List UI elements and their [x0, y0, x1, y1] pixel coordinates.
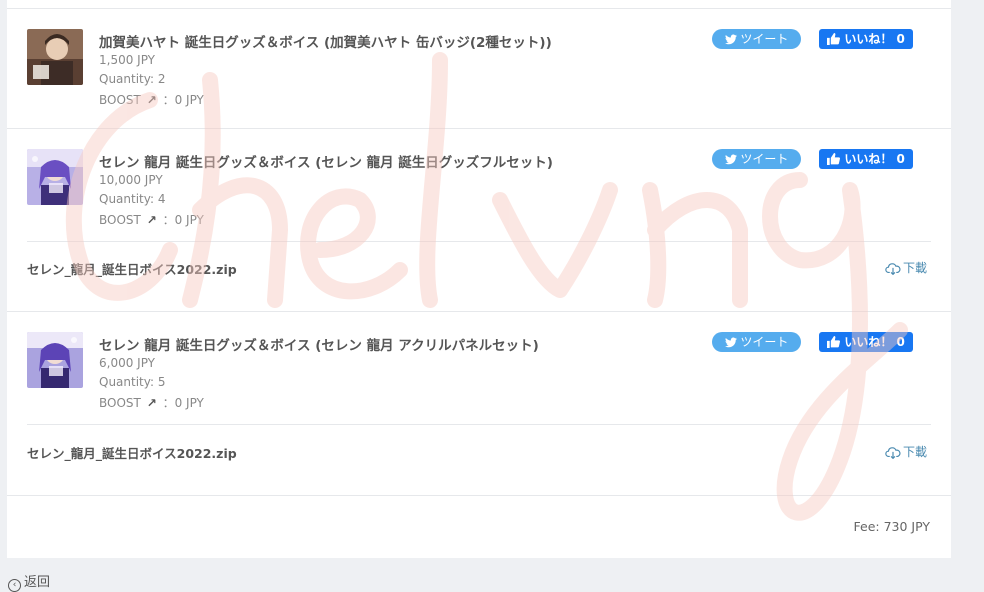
circle-arrow-left-icon: ‹ — [8, 579, 21, 592]
item-price: 10,000 JPY — [99, 173, 163, 187]
divider — [7, 128, 951, 129]
boost-label: BOOST — [99, 213, 141, 227]
tweet-button[interactable]: ツイート — [712, 332, 801, 352]
boost-value: ：0 JPY — [162, 213, 204, 227]
order-item: 加賀美ハヤト 誕生日グッズ＆ボイス (加賀美ハヤト 缶バッジ(2種セット)) 1… — [27, 29, 931, 129]
product-thumbnail[interactable] — [27, 29, 83, 85]
divider — [27, 241, 931, 242]
arrow-up-right-icon: ↗ — [146, 396, 157, 410]
fee-total: Fee: 730 JPY — [853, 519, 931, 534]
order-item: セレン 龍月 誕生日グッズ＆ボイス (セレン 龍月 誕生日グッズフルセット) 1… — [27, 149, 931, 249]
item-price: 6,000 JPY — [99, 356, 156, 370]
like-button[interactable]: いいね！ 0 — [819, 29, 913, 49]
divider — [27, 424, 931, 425]
boost-value: ：0 JPY — [162, 93, 204, 107]
product-thumbnail[interactable] — [27, 332, 83, 388]
item-boost: BOOST ↗ ：0 JPY — [99, 91, 204, 108]
divider — [7, 495, 951, 496]
arrow-up-right-icon: ↗ — [146, 213, 157, 227]
like-label: いいね！ 0 — [844, 32, 905, 46]
like-label: いいね！ 0 — [844, 335, 905, 349]
thumbs-up-icon — [827, 153, 841, 165]
tweet-label: ツイート — [740, 335, 789, 349]
item-quantity: Quantity: 5 — [99, 375, 166, 389]
thumbs-up-icon — [827, 33, 841, 45]
item-title[interactable]: セレン 龍月 誕生日グッズ＆ボイス (セレン 龍月 誕生日グッズフルセット) — [99, 151, 553, 171]
cloud-download-icon — [885, 447, 901, 460]
boost-label: BOOST — [99, 396, 141, 410]
order-panel: 加賀美ハヤト 誕生日グッズ＆ボイス (加賀美ハヤト 缶バッジ(2種セット)) 1… — [7, 0, 951, 558]
twitter-bird-icon — [724, 154, 737, 165]
download-file-name: セレン_龍月_誕生日ボイス2022.zip — [27, 262, 237, 277]
divider — [7, 8, 951, 9]
download-link[interactable]: 下載 — [885, 443, 927, 460]
like-label: いいね！ 0 — [844, 152, 905, 166]
tweet-label: ツイート — [740, 152, 789, 166]
divider — [7, 311, 951, 312]
download-label: 下載 — [903, 261, 928, 275]
item-title[interactable]: セレン 龍月 誕生日グッズ＆ボイス (セレン 龍月 アクリルパネルセット) — [99, 334, 539, 354]
item-price: 1,500 JPY — [99, 53, 156, 67]
thumbs-up-icon — [827, 336, 841, 348]
boost-label: BOOST — [99, 93, 141, 107]
twitter-bird-icon — [724, 337, 737, 348]
download-label: 下載 — [903, 445, 928, 459]
order-item: セレン 龍月 誕生日グッズ＆ボイス (セレン 龍月 アクリルパネルセット) 6,… — [27, 332, 931, 432]
download-link[interactable]: 下載 — [885, 259, 927, 276]
item-quantity: Quantity: 2 — [99, 72, 166, 86]
cloud-download-icon — [885, 263, 901, 276]
download-file-name: セレン_龍月_誕生日ボイス2022.zip — [27, 446, 237, 461]
item-boost: BOOST ↗ ：0 JPY — [99, 394, 204, 411]
arrow-up-right-icon: ↗ — [146, 93, 157, 107]
tweet-button[interactable]: ツイート — [712, 149, 801, 169]
item-quantity: Quantity: 4 — [99, 192, 166, 206]
twitter-bird-icon — [724, 34, 737, 45]
boost-value: ：0 JPY — [162, 396, 204, 410]
product-thumbnail[interactable] — [27, 149, 83, 205]
like-button[interactable]: いいね！ 0 — [819, 332, 913, 352]
tweet-label: ツイート — [740, 32, 789, 46]
page-gutter — [951, 0, 984, 583]
item-boost: BOOST ↗ ：0 JPY — [99, 211, 204, 228]
back-link[interactable]: ‹ 返回 — [8, 571, 50, 592]
like-button[interactable]: いいね！ 0 — [819, 149, 913, 169]
tweet-button[interactable]: ツイート — [712, 29, 801, 49]
item-title[interactable]: 加賀美ハヤト 誕生日グッズ＆ボイス (加賀美ハヤト 缶バッジ(2種セット)) — [99, 31, 552, 51]
